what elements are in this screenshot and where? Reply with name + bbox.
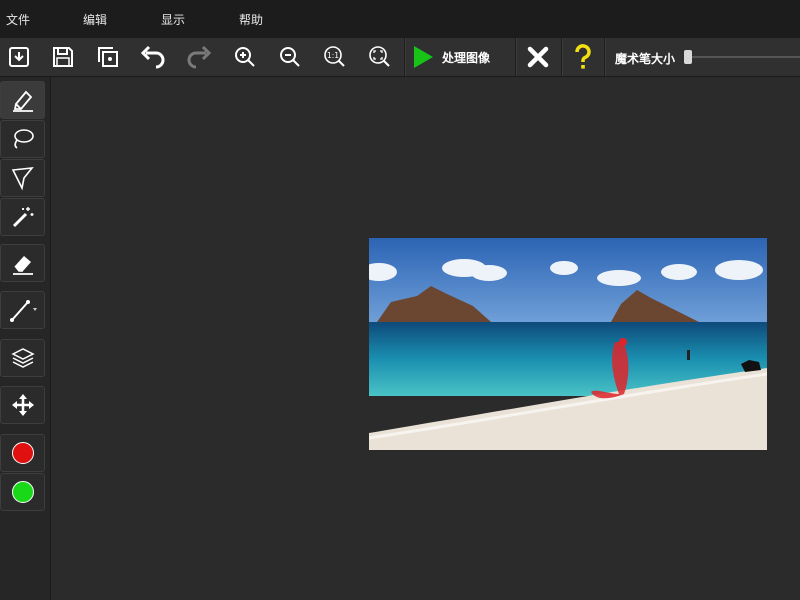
toolbar-separator [604, 38, 605, 76]
undo-button[interactable] [136, 41, 170, 73]
toolbar-separator [561, 38, 562, 76]
open-button[interactable] [2, 41, 36, 73]
zoom-actual-icon: 1:1 [324, 46, 345, 67]
green-color-swatch [11, 481, 34, 503]
lasso-icon [13, 129, 34, 149]
slider-thumb[interactable] [684, 50, 692, 64]
tool-panel [0, 77, 51, 600]
toolbar-separator [515, 38, 516, 76]
redo-icon [187, 45, 212, 69]
menu-view[interactable]: 显示 [161, 11, 185, 28]
layers-icon [10, 348, 35, 368]
save-button[interactable] [46, 41, 80, 73]
dropdown-arrow-icon[interactable] [32, 308, 37, 311]
marker-tool[interactable] [0, 81, 45, 119]
help-icon [575, 44, 591, 69]
preview-button[interactable] [91, 41, 125, 73]
menu-bar: 文件 编辑 显示 帮助 [0, 0, 800, 39]
zoom-in-icon [235, 47, 255, 67]
menu-help[interactable]: 帮助 [239, 11, 263, 28]
eraser-icon [12, 256, 33, 275]
polygon-lasso-tool[interactable] [0, 159, 45, 197]
cancel-button[interactable] [521, 41, 555, 73]
layers-tool[interactable] [0, 339, 45, 377]
redo-button[interactable] [182, 41, 216, 73]
magic-wand-tool[interactable] [0, 198, 45, 236]
brush-size-label: 魔术笔大小 [615, 52, 676, 66]
zoom-out-button[interactable] [273, 41, 307, 73]
brush-size-slider[interactable] [684, 48, 800, 66]
process-image-label: 处理图像 [442, 50, 491, 65]
zoom-out-icon [280, 47, 300, 67]
polygon-lasso-icon [11, 167, 34, 191]
keep-color-button[interactable] [0, 473, 45, 511]
image-preview[interactable] [369, 238, 767, 450]
process-image-button[interactable]: 处理图像 [410, 41, 512, 73]
play-icon [414, 46, 433, 68]
zoom-actual-text: 1:1 [327, 51, 339, 60]
magic-wand-icon [12, 207, 33, 228]
line-tool[interactable] [0, 291, 45, 329]
menu-file[interactable]: 文件 [6, 11, 30, 28]
remove-color-button[interactable] [0, 434, 45, 472]
open-icon [9, 47, 29, 67]
line-icon [9, 300, 37, 322]
slider-track [684, 56, 800, 58]
zoom-fit-button[interactable] [363, 41, 397, 73]
eraser-tool[interactable] [0, 244, 45, 282]
zoom-fit-icon [369, 46, 390, 67]
marker-icon [12, 90, 33, 112]
save-icon [53, 47, 73, 67]
lasso-tool[interactable] [0, 120, 45, 158]
undo-icon [140, 45, 165, 69]
red-color-swatch [11, 442, 34, 464]
zoom-actual-button[interactable]: 1:1 [318, 41, 352, 73]
help-button[interactable] [566, 41, 600, 73]
toolbar-separator [404, 38, 405, 76]
menu-edit[interactable]: 编辑 [83, 11, 107, 28]
move-tool[interactable] [0, 386, 45, 424]
close-icon [527, 46, 549, 68]
preview-icon [98, 47, 118, 67]
move-icon [11, 394, 34, 416]
zoom-in-button[interactable] [228, 41, 262, 73]
toolbar: 1:1 处理图像 魔术笔大小 [0, 38, 800, 77]
